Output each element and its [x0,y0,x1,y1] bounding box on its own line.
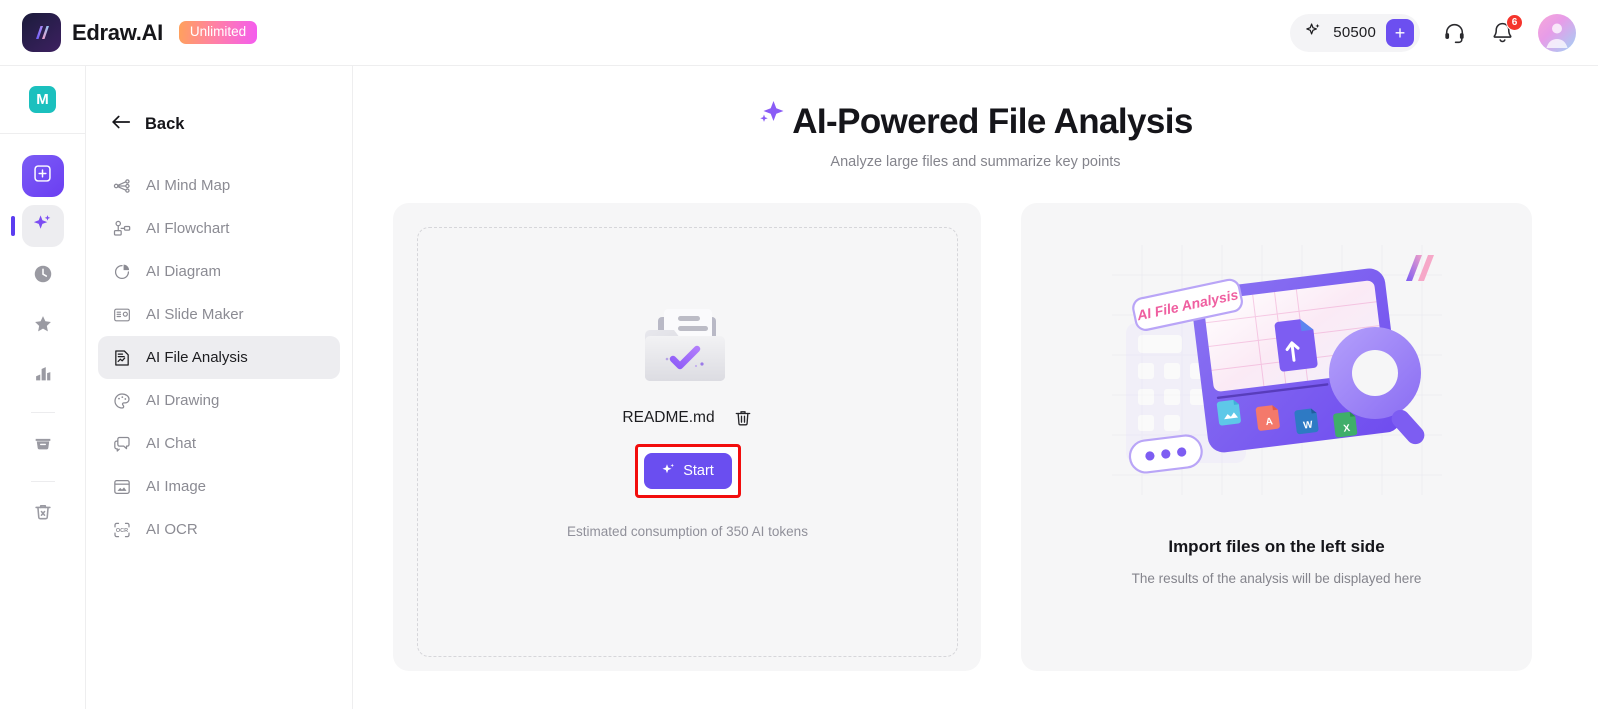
support-headset-icon[interactable] [1442,20,1468,46]
sparkle-icon [661,462,676,481]
menu-item-ai-drawing[interactable]: AI Drawing [98,379,340,422]
folder-icon [32,432,54,459]
mindmap-icon [111,175,133,197]
file-analysis-illustration: A W X AI File Analysis [1111,245,1442,495]
back-button[interactable]: Back [86,66,352,136]
menu-item-label: AI Flowchart [146,220,230,237]
notification-count-badge: 6 [1506,13,1523,31]
file-name: README.md [622,409,715,426]
start-button-highlight: Start [634,444,741,498]
palette-icon [111,390,133,412]
rail-item-recent[interactable] [22,255,64,297]
sparkle-icon [758,97,788,132]
menu-item-label: AI Mind Map [146,177,231,194]
icon-rail: M [0,66,86,709]
menu-item-ai-flowchart[interactable]: AI Flowchart [98,207,340,250]
flowchart-icon [111,218,133,240]
top-bar: Edraw.AI Unlimited 50500 + 6 [0,0,1598,66]
folder-check-icon [640,302,736,388]
workspace-avatar[interactable]: M [29,86,56,113]
back-label: Back [145,115,185,133]
svg-text:W: W [1302,419,1313,431]
rail-item-trash[interactable] [22,493,64,535]
brand: Edraw.AI Unlimited [22,13,258,52]
results-title: Import files on the left side [1168,537,1385,556]
menu-item-ai-file-analysis[interactable]: AI File Analysis [98,336,340,379]
rail-items [0,134,85,543]
menu-item-label: AI OCR [146,521,198,538]
tool-menu-panel: Back AI Mind Map AI Flowchart AI Diagram… [86,66,353,709]
menu-item-ai-chat[interactable]: AI Chat [98,422,340,465]
rail-divider [30,412,55,413]
page-title: AI-Powered File Analysis [792,102,1193,141]
page-title-row: AI-Powered File Analysis [353,66,1598,142]
rail-item-ai-tools[interactable] [10,205,64,247]
sparkle-icon [1304,21,1323,45]
results-card: A W X AI File Analysis Import files on t… [1021,203,1532,671]
start-button[interactable]: Start [643,453,732,489]
start-button-label: Start [683,463,714,479]
uploaded-file-row: README.md [622,408,752,428]
file-analysis-icon [111,347,133,369]
svg-text:OCR: OCR [116,528,128,534]
trash-icon [32,501,54,528]
notifications-bell-icon[interactable]: 6 [1490,13,1523,46]
menu-item-label: AI Drawing [146,392,220,409]
edraw-logo-icon [22,13,61,52]
menu-item-label: AI Chat [146,435,197,452]
slide-icon [111,304,133,326]
panels: README.md Start Estimated consumption of… [353,170,1598,671]
image-icon [111,476,133,498]
upload-card: README.md Start Estimated consumption of… [393,203,981,671]
arrow-left-icon [110,113,132,136]
plan-badge: Unlimited [178,21,258,44]
delete-file-icon[interactable] [733,408,753,428]
rail-item-templates[interactable] [22,355,64,397]
menu-item-label: AI Slide Maker [146,306,244,323]
plus-square-icon [32,163,53,189]
sparkle-icon [31,212,54,240]
menu-item-ai-slide-maker[interactable]: AI Slide Maker [98,293,340,336]
rail-item-new-document[interactable] [21,155,64,197]
add-tokens-button[interactable]: + [1386,18,1414,47]
ocr-icon: OCR [111,519,133,541]
menu-item-ai-mind-map[interactable]: AI Mind Map [98,164,340,207]
token-estimate-note: Estimated consumption of 350 AI tokens [567,524,808,539]
rail-divider [30,481,55,482]
templates-icon [32,363,54,390]
brand-name: Edraw.AI [72,19,163,45]
menu-item-label: AI Image [146,478,207,495]
file-dropzone[interactable]: README.md Start Estimated consumption of… [417,227,958,657]
main-content: AI-Powered File Analysis Analyze large f… [353,66,1598,709]
top-bar-actions: 50500 + 6 [1290,13,1576,52]
menu-item-ai-image[interactable]: AI Image [98,465,340,508]
avatar[interactable] [1538,13,1576,52]
piechart-icon [111,261,133,283]
tool-menu-list: AI Mind Map AI Flowchart AI Diagram AI S… [86,164,352,551]
workspace-logo-wrap: M [0,66,85,134]
rail-item-archive[interactable] [22,424,64,466]
menu-item-ai-diagram[interactable]: AI Diagram [98,250,340,293]
token-count: 50500 [1333,24,1376,41]
menu-item-label: AI File Analysis [146,349,248,366]
star-icon [32,313,54,340]
menu-item-ai-ocr[interactable]: OCR AI OCR [98,508,340,551]
token-balance[interactable]: 50500 + [1290,13,1420,52]
results-subtitle: The results of the analysis will be disp… [1131,571,1422,586]
svg-text:A: A [1265,416,1274,428]
menu-item-label: AI Diagram [146,263,222,280]
page-subtitle: Analyze large files and summarize key po… [830,154,1121,170]
rail-item-favorites[interactable] [22,305,64,347]
clock-icon [32,263,54,290]
chat-icon [111,433,133,455]
